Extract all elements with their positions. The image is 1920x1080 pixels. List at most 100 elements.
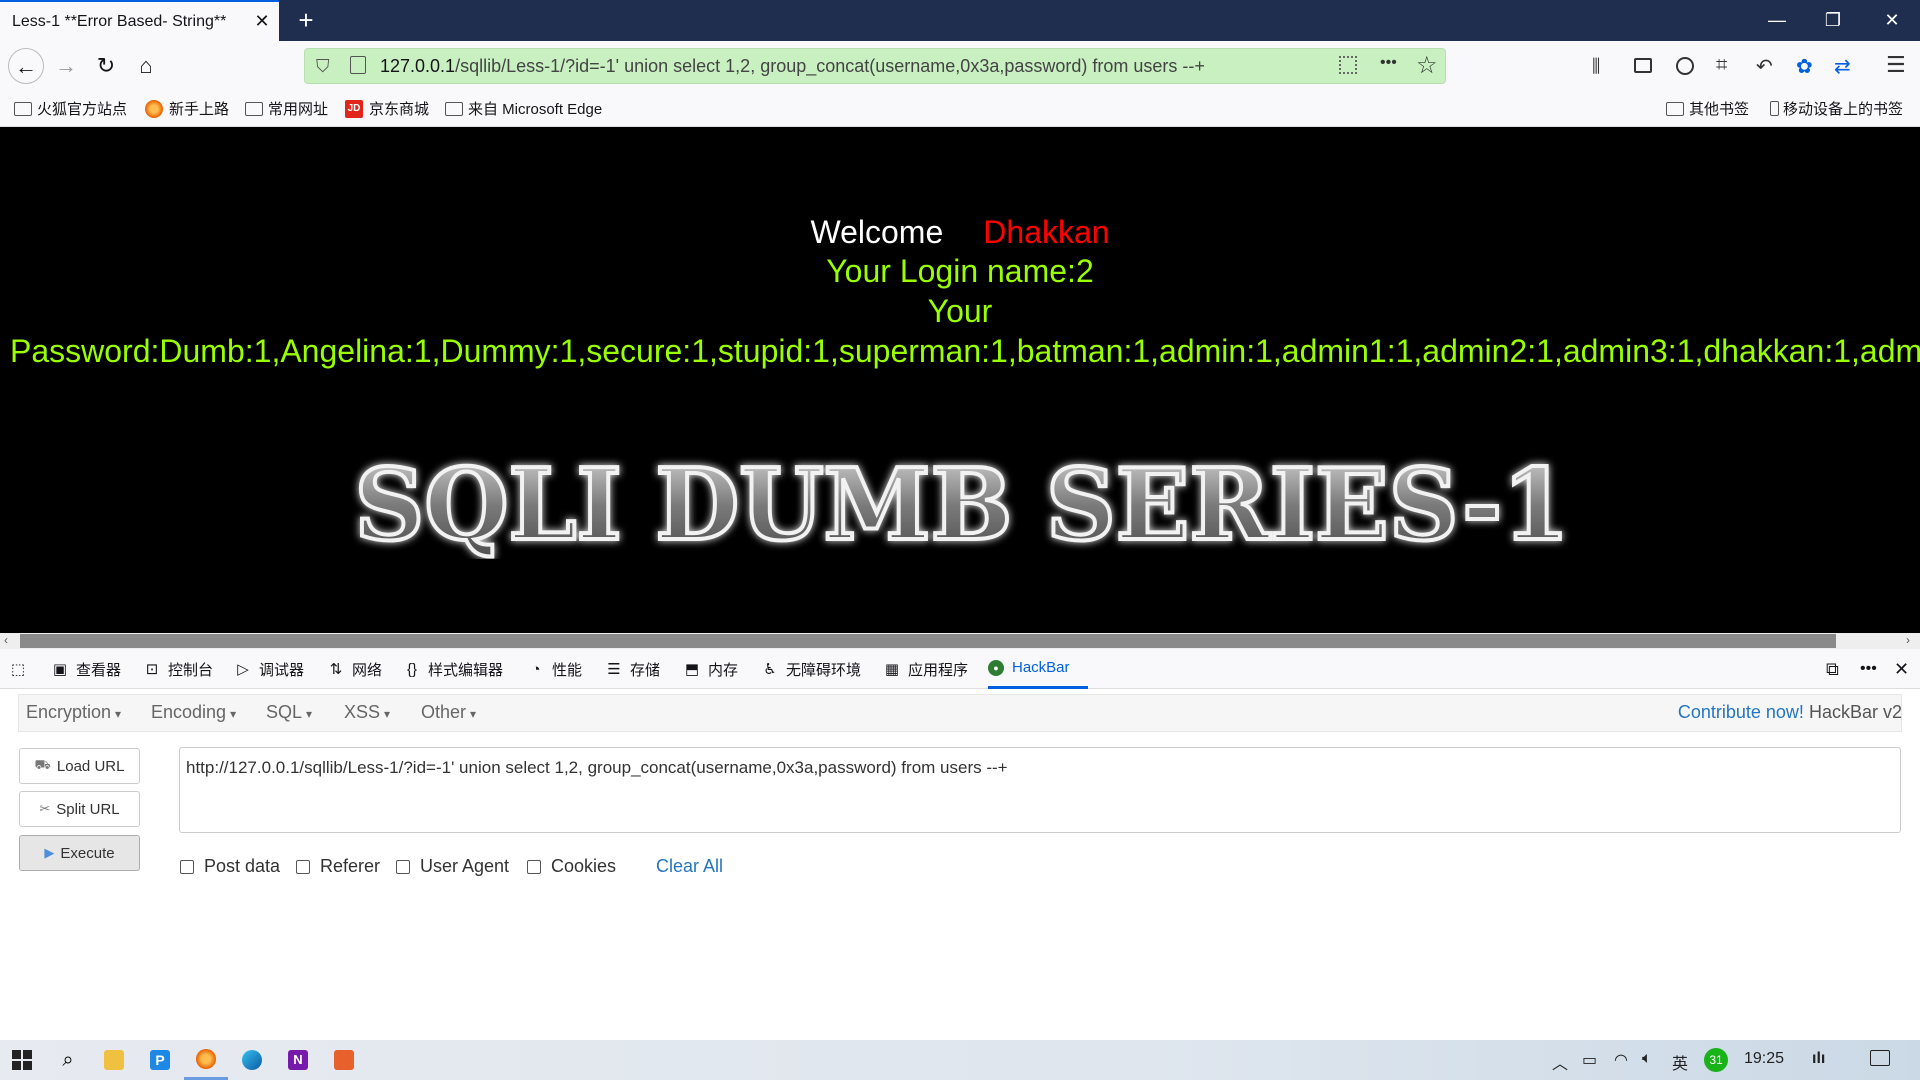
tab-style-editor[interactable]: {} 样式编辑器 [404, 649, 503, 689]
post-data-checkbox[interactable]: Post data [180, 856, 280, 877]
bookmark-getting-started[interactable]: 新手上路 [145, 98, 229, 119]
minimize-button[interactable]: — [1749, 0, 1805, 41]
tab-accessibility[interactable]: ♿ 无障碍环境 [762, 649, 861, 689]
menu-encoding[interactable]: Encoding ▾ [151, 702, 236, 723]
console-icon: ⊡ [145, 661, 159, 678]
extension-paw-icon[interactable]: ✿ [1796, 54, 1813, 79]
page-icon [350, 56, 366, 74]
tray-chevron-icon[interactable]: ︿ [1552, 1050, 1568, 1074]
accessibility-icon: ♿ [763, 661, 777, 678]
battery-icon[interactable]: ▭ [1582, 1050, 1597, 1070]
home-button[interactable]: ⌂ [128, 48, 164, 84]
menu-icon[interactable]: ☰ [1886, 52, 1906, 78]
load-url-button[interactable]: ⛟ Load URL [19, 748, 140, 784]
bookmark-mobile[interactable]: 移动设备上的书签 [1770, 98, 1903, 119]
notification-badge[interactable]: 31 [1704, 1048, 1728, 1072]
taskbar-app-p[interactable]: P [138, 1040, 182, 1080]
clock[interactable]: 19:25 [1744, 1050, 1784, 1068]
start-button[interactable] [0, 1040, 44, 1080]
tab-hackbar[interactable]: ● HackBar [988, 649, 1088, 689]
wifi-icon[interactable]: ◠ [1614, 1050, 1628, 1070]
play-icon: ▶ [44, 845, 55, 860]
application-icon: ▦ [884, 661, 900, 678]
undo-icon[interactable]: ↶ [1756, 54, 1773, 79]
folder-icon [1666, 101, 1684, 116]
browser-tab[interactable]: Less-1 **Error Based- String** ✕ [0, 0, 279, 41]
storage-icon: ☰ [607, 661, 621, 678]
debugger-icon: ▷ [237, 661, 249, 678]
folder-icon [445, 101, 463, 116]
tab-application[interactable]: ▦ 应用程序 [884, 649, 968, 689]
stats-icon[interactable]: ılı [1812, 1050, 1825, 1068]
contribute-label: Contribute now! HackBar v2 [1677, 702, 1902, 722]
bookmark-star-icon[interactable]: ☆ [1416, 51, 1438, 80]
element-picker-icon[interactable]: ⬚ [10, 649, 34, 689]
taskbar-file-explorer[interactable] [92, 1040, 136, 1080]
library-icon[interactable]: ⫼ [1592, 56, 1600, 77]
menu-encryption[interactable]: Encryption ▾ [26, 702, 121, 723]
screenshot-icon[interactable]: ⌗ [1716, 54, 1727, 77]
sqli-dumb-series-logo: SQLI DUMB SERIES-1 [353, 449, 1572, 559]
bookmark-common-sites[interactable]: 常用网址 [245, 98, 328, 119]
hackbar-url-textarea[interactable]: http://127.0.0.1/sqllib/Less-1/?id=-1' u… [179, 747, 1901, 833]
reload-button[interactable]: ↻ [88, 48, 124, 84]
menu-other[interactable]: Other ▾ [421, 702, 476, 723]
contribute-link[interactable]: Contribute now! [1678, 702, 1804, 722]
folder-icon [104, 1050, 124, 1070]
ime-indicator[interactable]: 英 [1672, 1050, 1688, 1074]
devtools-more-icon[interactable]: ••• [1860, 649, 1877, 689]
folder-icon [245, 101, 263, 116]
tab-storage[interactable]: ☰ 存储 [606, 649, 660, 689]
cookies-checkbox[interactable]: Cookies [527, 856, 616, 877]
page-actions-button[interactable]: ••• [1380, 54, 1397, 72]
taskbar-app-burp[interactable] [322, 1040, 366, 1080]
sidebar-icon[interactable] [1634, 58, 1652, 73]
back-button[interactable]: ← [8, 48, 44, 84]
tab-inspector[interactable]: ▣ 查看器 [52, 649, 121, 689]
tab-performance[interactable]: ◔ 性能 [528, 649, 582, 689]
user-agent-checkbox[interactable]: User Agent [396, 856, 509, 877]
restore-button[interactable]: ❐ [1805, 0, 1861, 41]
menu-xss[interactable]: XSS ▾ [344, 702, 390, 723]
memory-icon: ⬒ [684, 661, 700, 678]
qr-code-icon[interactable] [1339, 56, 1357, 74]
tab-console[interactable]: ⊡ 控制台 [144, 649, 213, 689]
forward-button[interactable]: → [48, 48, 84, 84]
taskbar-edge[interactable] [230, 1040, 274, 1080]
referer-checkbox[interactable]: Referer [296, 856, 380, 877]
volume-icon[interactable]: 🔈︎ [1642, 1050, 1652, 1068]
bookmark-firefox-site[interactable]: 火狐官方站点 [14, 98, 127, 119]
bookmark-jd[interactable]: JD 京东商城 [345, 98, 429, 119]
scroll-left-icon[interactable]: ‹ [4, 633, 8, 647]
performance-icon: ◔ [531, 660, 541, 678]
sync-icon[interactable]: ⇄ [1834, 54, 1851, 79]
search-icon[interactable]: ⌕ [46, 1040, 90, 1080]
inspector-icon: ▣ [52, 661, 68, 678]
taskbar-onenote[interactable]: N [276, 1040, 320, 1080]
shield-icon[interactable]: ⛉ [316, 56, 330, 77]
scroll-right-icon[interactable]: › [1906, 633, 1910, 647]
action-center-icon[interactable] [1870, 1050, 1890, 1066]
account-icon[interactable] [1676, 57, 1694, 75]
welcome-name: Dhakkan [983, 214, 1110, 250]
tab-network[interactable]: ⇅ 网络 [328, 649, 382, 689]
scrollbar-thumb[interactable] [20, 634, 1836, 648]
clear-all-link[interactable]: Clear All [656, 856, 723, 877]
dock-icon[interactable]: ⧉ [1826, 649, 1839, 689]
bookmark-from-edge[interactable]: 来自 Microsoft Edge [445, 98, 602, 119]
tab-debugger[interactable]: ▷ 调试器 [235, 649, 304, 689]
split-url-button[interactable]: ✂ Split URL [19, 791, 140, 827]
menu-sql[interactable]: SQL ▾ [266, 702, 312, 723]
p-app-icon: P [150, 1050, 170, 1070]
tab-close-icon[interactable]: ✕ [245, 11, 279, 32]
window-close-button[interactable]: ✕ [1864, 0, 1920, 41]
tab-memory[interactable]: ⬒ 内存 [684, 649, 738, 689]
execute-button[interactable]: ▶ Execute [19, 835, 140, 871]
bookmark-other[interactable]: 其他书签 [1666, 98, 1749, 119]
taskbar-firefox[interactable] [184, 1040, 228, 1080]
logo-text: SQLI DUMB SERIES-1 [355, 449, 1570, 559]
new-tab-button[interactable]: + [286, 0, 326, 41]
url-text[interactable]: 127.0.0.1/sqllib/Less-1/?id=-1' union se… [380, 56, 1205, 77]
devtools-close-icon[interactable]: ✕ [1894, 649, 1909, 689]
edge-icon [242, 1050, 262, 1070]
